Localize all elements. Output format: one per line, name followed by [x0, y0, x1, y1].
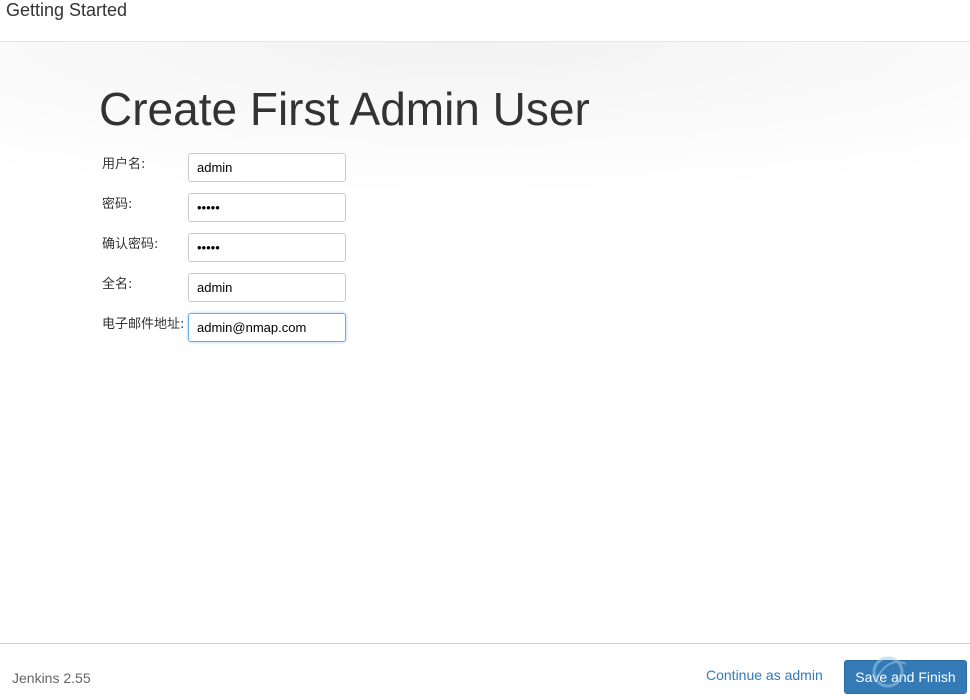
username-input[interactable] [188, 153, 346, 182]
form-row-password: 密码: [0, 193, 400, 223]
form-row-username: 用户名: [0, 153, 400, 183]
header-title: Getting Started [6, 0, 128, 20]
password-input[interactable] [188, 193, 346, 222]
form-row-fullname: 全名: [0, 273, 400, 303]
confirm-password-label: 确认密码: [102, 237, 159, 252]
form-row-email: 电子邮件地址: [0, 313, 400, 343]
top-header: Getting Started [0, 0, 970, 42]
confirm-password-input[interactable] [188, 233, 346, 262]
form-row-confirm-password: 确认密码: [0, 233, 400, 263]
page-title: Create First Admin User [99, 83, 590, 135]
version-label: Jenkins 2.55 [12, 670, 91, 686]
email-input[interactable] [188, 313, 346, 342]
save-and-finish-button[interactable]: Save and Finish [844, 660, 967, 694]
main-content: Create First Admin User 用户名: 密码: 确认密码: 全… [0, 42, 970, 643]
username-label: 用户名: [102, 157, 146, 172]
email-label: 电子邮件地址: [102, 317, 185, 332]
continue-as-admin-link[interactable]: Continue as admin [706, 667, 823, 683]
password-label: 密码: [102, 197, 133, 212]
footer: Jenkins 2.55 Continue as admin Save and … [0, 643, 970, 700]
fullname-label: 全名: [102, 277, 133, 292]
fullname-input[interactable] [188, 273, 346, 302]
